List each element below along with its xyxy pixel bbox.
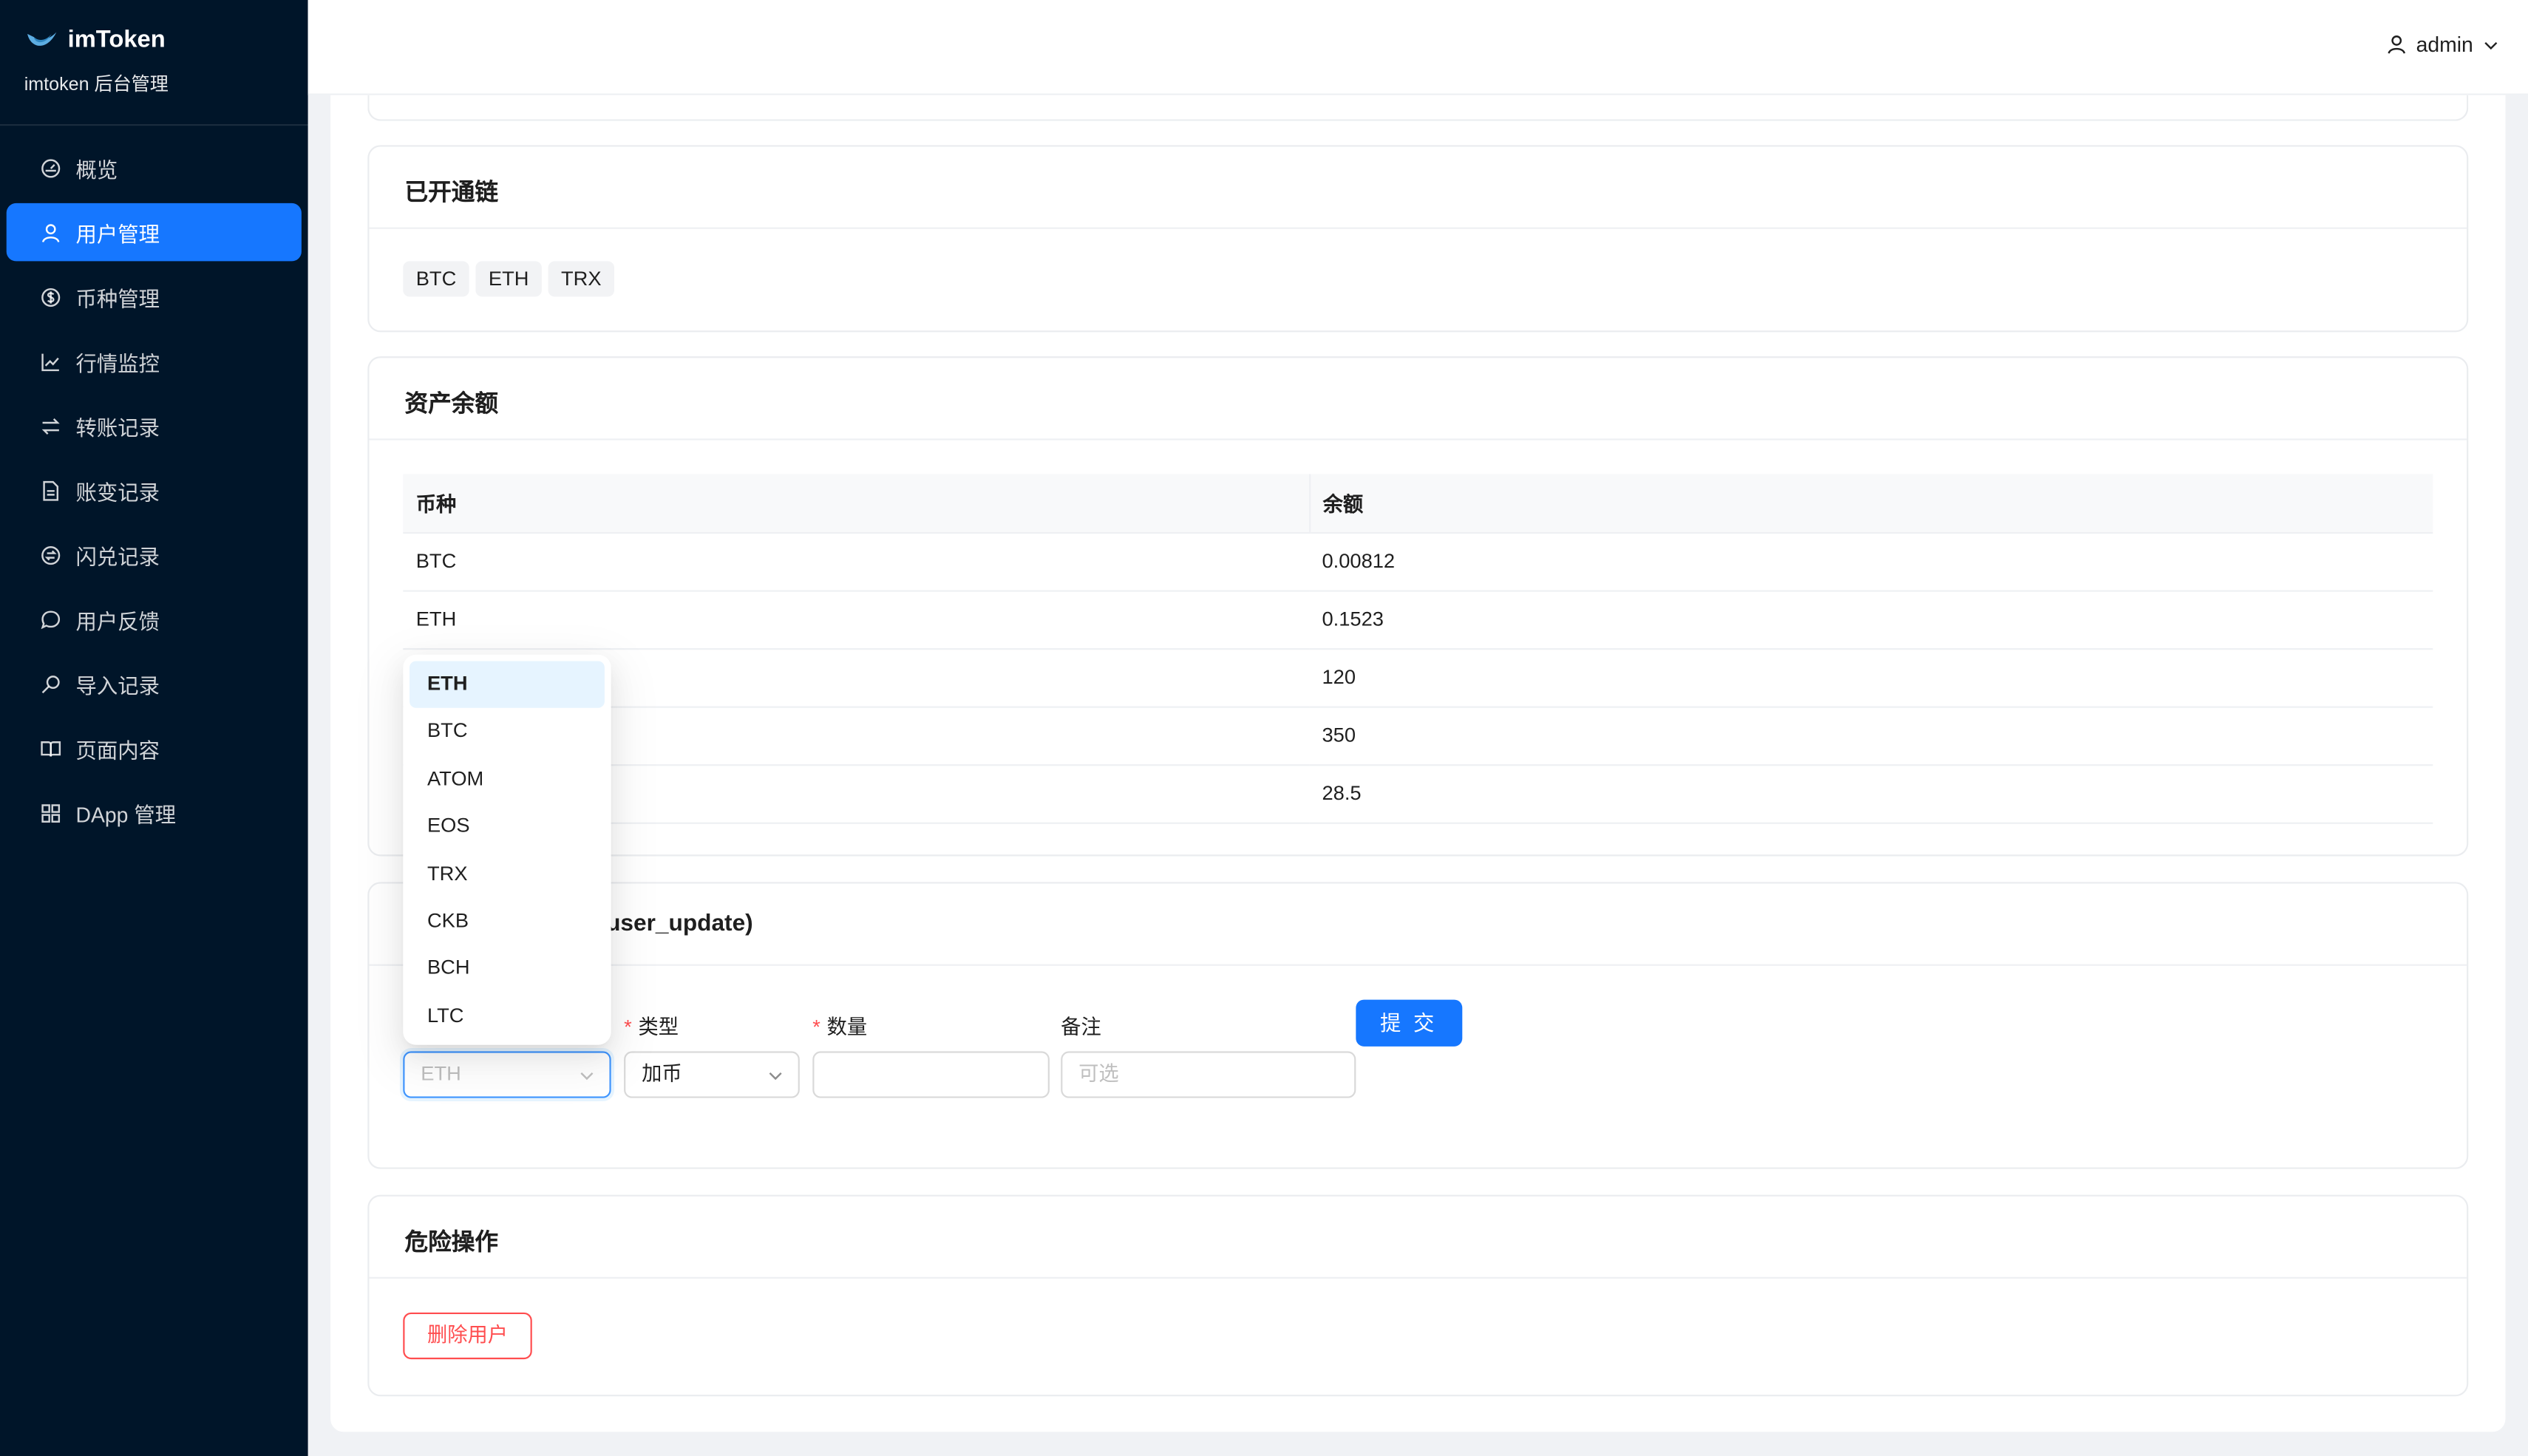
sidebar-item-label: 页面内容 — [75, 738, 160, 762]
asset-balance-card: 资产余额 币种 余额 BTC 0.00812 ETH 0.1523 120 350 … — [367, 356, 2469, 857]
submit-button[interactable]: 提 交 — [1356, 999, 1462, 1047]
note-label: 备注 — [1061, 1016, 1101, 1038]
dropdown-option-ckb[interactable]: CKB — [410, 898, 605, 945]
sidebar-item-label: 概览 — [75, 157, 118, 182]
sidebar-item-transfers[interactable]: 转账记录 — [7, 397, 302, 455]
sidebar-item-feedback[interactable]: 用户反馈 — [7, 590, 302, 648]
user-name: admin — [2416, 32, 2473, 57]
sidebar-item-label: 行情监控 — [75, 350, 160, 375]
admin-app: imToken imtoken 后台管理 概览 用户管理 币种管理 行情监控 转… — [0, 0, 2528, 1456]
column-header-amount: 余额 — [1308, 474, 2433, 534]
adjust-balance-card: user_update) * 类型 * 数量 备注 ETH 加币 可选 提 交 — [367, 882, 2469, 1169]
dropdown-option-atom[interactable]: ATOM — [410, 756, 605, 803]
line-chart-icon — [41, 351, 61, 372]
sidebar-item-label: 导入记录 — [75, 673, 160, 698]
sidebar-item-label: 账变记录 — [75, 480, 160, 504]
table-row: 28.5 — [403, 764, 2433, 823]
dropdown-option-eth[interactable]: ETH — [410, 661, 605, 709]
table-row: BTC 0.00812 — [403, 531, 2433, 591]
chevron-down-icon — [580, 1072, 594, 1081]
user-icon — [2387, 35, 2405, 54]
sidebar-item-import-records[interactable]: 导入记录 — [7, 655, 302, 713]
quantity-input[interactable] — [812, 1051, 1050, 1098]
cell-amount: 120 — [1309, 648, 2433, 707]
swap-icon — [41, 415, 61, 436]
sidebar-item-swap-records[interactable]: 闪兑记录 — [7, 525, 302, 584]
card-title: 危险操作 — [369, 1197, 2467, 1279]
chevron-down-icon — [769, 1072, 782, 1081]
sidebar-item-label: 币种管理 — [75, 286, 160, 310]
dashboard-icon — [41, 157, 61, 178]
sidebar-item-market-monitor[interactable]: 行情监控 — [7, 332, 302, 390]
appstore-icon — [41, 802, 61, 823]
sidebar-menu: 概览 用户管理 币种管理 行情监控 转账记录 账变记录 闪兑记录 用户反馈 导入… — [0, 126, 308, 842]
brand-name: imToken — [67, 25, 166, 53]
user-menu[interactable]: admin — [2385, 32, 2499, 57]
balance-table: 币种 余额 BTC 0.00812 ETH 0.1523 120 350 28.5 — [403, 474, 2433, 823]
table-row: ETH 0.1523 — [403, 590, 2433, 650]
dollar-icon — [41, 286, 61, 307]
dropdown-option-btc[interactable]: BTC — [410, 709, 605, 756]
table-header-row: 币种 余额 — [403, 474, 2433, 534]
brand-subtitle: imtoken 后台管理 — [24, 75, 169, 95]
chain-tag: TRX — [548, 261, 615, 297]
message-icon — [41, 609, 61, 630]
quantity-label: * 数量 — [812, 1016, 868, 1038]
main-content: 已开通链 BTC ETH TRX 资产余额 币种 余额 BTC 0.00812 ETH… — [330, 95, 2506, 1432]
card-title: 已开通链 — [369, 147, 2467, 229]
type-select[interactable]: 加币 — [624, 1051, 800, 1098]
dropdown-option-eos[interactable]: EOS — [410, 803, 605, 851]
read-icon — [41, 738, 61, 758]
dropdown-option-bch[interactable]: BCH — [410, 945, 605, 993]
sidebar-item-label: 用户管理 — [75, 221, 160, 246]
cell-coin: ETH — [403, 590, 1310, 650]
imtoken-logo-icon — [27, 31, 57, 45]
table-row: 350 — [403, 706, 2433, 766]
file-icon — [41, 480, 61, 500]
cell-amount: 350 — [1309, 706, 2433, 766]
sidebar-item-label: DApp 管理 — [75, 802, 177, 827]
note-input[interactable]: 可选 — [1061, 1051, 1356, 1098]
table-row: 120 — [403, 648, 2433, 707]
type-label: * 类型 — [624, 1016, 679, 1038]
cell-amount: 0.00812 — [1309, 531, 2433, 591]
sidebar-item-user-management[interactable]: 用户管理 — [6, 203, 302, 262]
brand: imToken imtoken 后台管理 — [0, 0, 308, 126]
search-key-icon — [41, 673, 61, 694]
sidebar-item-overview[interactable]: 概览 — [7, 139, 302, 197]
card-title: user_update) — [369, 884, 2467, 966]
note-placeholder: 可选 — [1078, 1062, 1119, 1086]
sidebar-item-dapp-management[interactable]: DApp 管理 — [7, 783, 302, 842]
type-select-value: 加币 — [642, 1062, 682, 1086]
sidebar-item-label: 转账记录 — [75, 415, 160, 440]
column-header-coin: 币种 — [403, 474, 1310, 534]
dropdown-option-ltc[interactable]: LTC — [410, 993, 605, 1040]
chain-tag: ETH — [475, 261, 542, 297]
cell-amount: 0.1523 — [1309, 590, 2433, 650]
coin-select[interactable]: ETH — [403, 1051, 611, 1098]
cell-amount: 28.5 — [1309, 764, 2433, 823]
danger-zone-card: 危险操作 删除用户 — [367, 1194, 2469, 1397]
user-icon — [41, 222, 61, 242]
dropdown-option-trx[interactable]: TRX — [410, 851, 605, 898]
chain-tags: BTC ETH TRX — [403, 261, 620, 297]
sidebar-item-label: 用户反馈 — [75, 608, 160, 633]
delete-user-button[interactable]: 删除用户 — [403, 1312, 532, 1360]
coin-dropdown: ETH BTC ATOM EOS TRX CKB BCH LTC — [403, 654, 611, 1045]
top-header: admin — [307, 0, 2528, 95]
previous-card-bottom — [367, 95, 2469, 121]
sidebar: imToken imtoken 后台管理 概览 用户管理 币种管理 行情监控 转… — [0, 0, 308, 1456]
card-title: 资产余额 — [369, 358, 2467, 440]
chevron-down-icon — [2484, 41, 2498, 50]
sidebar-item-coin-management[interactable]: 币种管理 — [7, 268, 302, 326]
open-chains-card: 已开通链 BTC ETH TRX — [367, 145, 2469, 333]
chain-tag: BTC — [403, 261, 469, 297]
sidebar-item-label: 闪兑记录 — [75, 544, 160, 569]
exchange-icon — [41, 544, 61, 565]
cell-coin: BTC — [403, 531, 1310, 591]
sidebar-item-page-content[interactable]: 页面内容 — [7, 719, 302, 778]
coin-select-placeholder: ETH — [421, 1062, 461, 1086]
sidebar-item-balance-changes[interactable]: 账变记录 — [7, 461, 302, 520]
